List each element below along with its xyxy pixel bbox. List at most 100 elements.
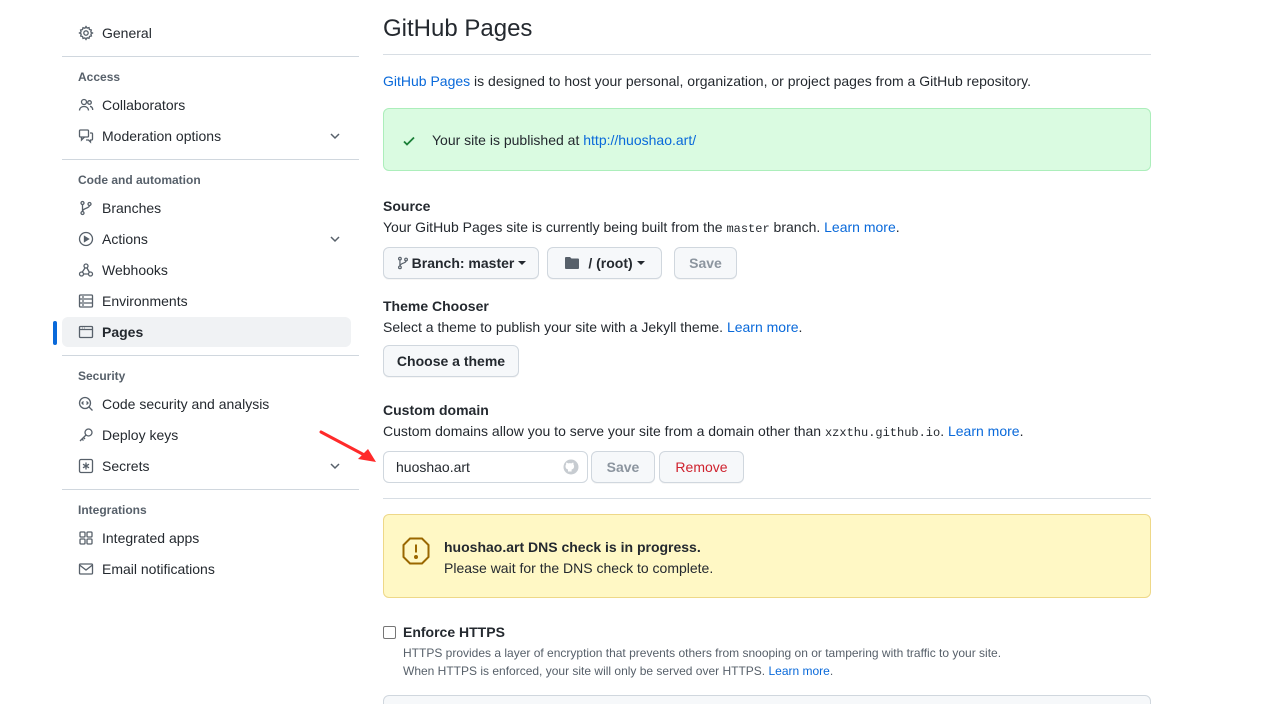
sidebar-divider [62,355,359,356]
git-branch-icon [78,200,94,216]
source-period: . [895,219,900,235]
dns-check-subtitle: Please wait for the DNS check to complet… [444,560,714,576]
source-desc-prefix: Your GitHub Pages site is currently bein… [383,219,727,235]
source-learn-more-link[interactable]: Learn more [824,219,896,235]
source-description: Your GitHub Pages site is currently bein… [383,219,900,236]
alert-icon [401,536,431,566]
sidebar-heading-code: Code and automation [78,173,201,187]
asterisk-square-icon [78,458,94,474]
theme-period: . [798,319,803,335]
branch-select-label: Branch: master [411,255,515,271]
chevron-down-icon[interactable] [327,231,343,247]
play-icon [78,231,94,247]
custom-domain-save-button[interactable]: Save [591,451,655,483]
intro-rest: is designed to host your personal, organ… [470,73,1031,89]
custom-domain-learn-more-link[interactable]: Learn more [948,423,1020,439]
git-branch-icon [396,256,410,270]
theme-description: Select a theme to publish your site with… [383,319,802,335]
https-learn-more-link[interactable]: Learn more [768,664,829,678]
sidebar-heading-integrations: Integrations [78,503,147,517]
custom-domain-value: huoshao.art [396,459,470,475]
published-prefix: Your site is published at [432,132,584,148]
sidebar-item-moderation[interactable]: Moderation options [62,121,351,151]
folder-icon [564,256,580,270]
custom-domain-desc-prefix: Custom domains allow you to serve your s… [383,423,825,439]
sidebar-item-label: Collaborators [102,97,186,113]
gear-icon [78,25,94,41]
https-note-line2: When HTTPS is enforced, your site will o… [403,664,833,678]
key-icon [78,427,94,443]
sidebar-item-label: Pages [102,324,144,340]
dns-check-flash: huoshao.art DNS check is in progress. Pl… [383,514,1151,598]
sidebar-item-label: Webhooks [102,262,168,278]
custom-domain-desc-suffix: . [940,423,948,439]
folder-select-button[interactable]: / (root) [547,247,662,279]
source-title: Source [383,198,431,214]
server-icon [78,293,94,309]
sidebar-item-label: General [102,25,152,41]
theme-desc-text: Select a theme to publish your site with… [383,319,727,335]
sidebar-divider [62,56,359,57]
mail-icon [78,561,94,577]
published-flash: Your site is published at http://huoshao… [383,108,1151,171]
settings-sidebar: General Access Collaborators Moderation … [53,18,359,585]
sidebar-item-code-security[interactable]: Code security and analysis [62,389,351,419]
sidebar-item-secrets[interactable]: Secrets [62,451,351,481]
sidebar-item-branches[interactable]: Branches [62,193,351,223]
source-save-button[interactable]: Save [674,247,737,279]
custom-domain-input[interactable]: huoshao.art [383,451,588,483]
sidebar-heading-access: Access [78,70,121,84]
folder-select-label: / (root) [588,255,633,271]
caret-down-icon [636,261,645,265]
sidebar-item-label: Moderation options [102,128,222,144]
sidebar-item-collaborators[interactable]: Collaborators [62,90,351,120]
github-pages-link[interactable]: GitHub Pages [383,73,470,89]
sidebar-item-label: Secrets [102,458,150,474]
sidebar-item-pages[interactable]: Pages [53,317,351,347]
enforce-https-checkbox[interactable] [383,626,396,639]
chevron-down-icon[interactable] [327,128,343,144]
sidebar-item-label: Email notifications [102,561,215,577]
caret-down-icon [518,261,527,265]
https-note-line1: HTTPS provides a layer of encryption tha… [403,646,1002,660]
sidebar-item-label: Branches [102,200,162,216]
sidebar-item-label: Integrated apps [102,530,200,546]
published-text: Your site is published at http://huoshao… [432,132,696,148]
choose-theme-button[interactable]: Choose a theme [383,345,519,377]
sidebar-item-email-notifications[interactable]: Email notifications [62,554,351,584]
https-note-prefix: When HTTPS is enforced, your site will o… [403,664,769,678]
sidebar-item-general[interactable]: General [62,18,351,48]
custom-domain-period: . [1019,423,1024,439]
custom-domain-title: Custom domain [383,402,489,418]
sidebar-item-label: Code security and analysis [102,396,270,412]
branch-select-button[interactable]: Branch: master [383,247,539,279]
webhook-icon [78,262,94,278]
sidebar-heading-security: Security [78,369,126,383]
sidebar-item-label: Deploy keys [102,427,179,443]
apps-icon [78,530,94,546]
theme-title: Theme Chooser [383,298,489,314]
check-icon [401,133,417,149]
comment-discussion-icon [78,128,94,144]
sidebar-item-webhooks[interactable]: Webhooks [62,255,351,285]
remove-domain-button[interactable]: Remove [659,451,744,483]
browser-icon [78,324,94,340]
people-icon [78,97,94,113]
page-title: GitHub Pages [383,15,533,42]
source-desc-suffix: branch. [769,219,825,235]
published-url-link[interactable]: http://huoshao.art/ [583,132,696,148]
theme-learn-more-link[interactable]: Learn more [727,319,799,335]
sidebar-divider [62,489,359,490]
sidebar-divider [62,159,359,160]
sidebar-item-deploy-keys[interactable]: Deploy keys [62,420,351,450]
sidebar-item-label: Environments [102,293,188,309]
sidebar-item-environments[interactable]: Environments [62,286,351,316]
branch-code: master [726,222,770,236]
default-domain-code: xzxthu.github.io [824,426,941,440]
annotation-arrow-icon [319,430,376,462]
divider [383,498,1151,499]
divider [383,54,1151,55]
sidebar-item-actions[interactable]: Actions [62,224,351,254]
sidebar-item-label: Actions [102,231,148,247]
sidebar-item-integrated-apps[interactable]: Integrated apps [62,523,351,553]
